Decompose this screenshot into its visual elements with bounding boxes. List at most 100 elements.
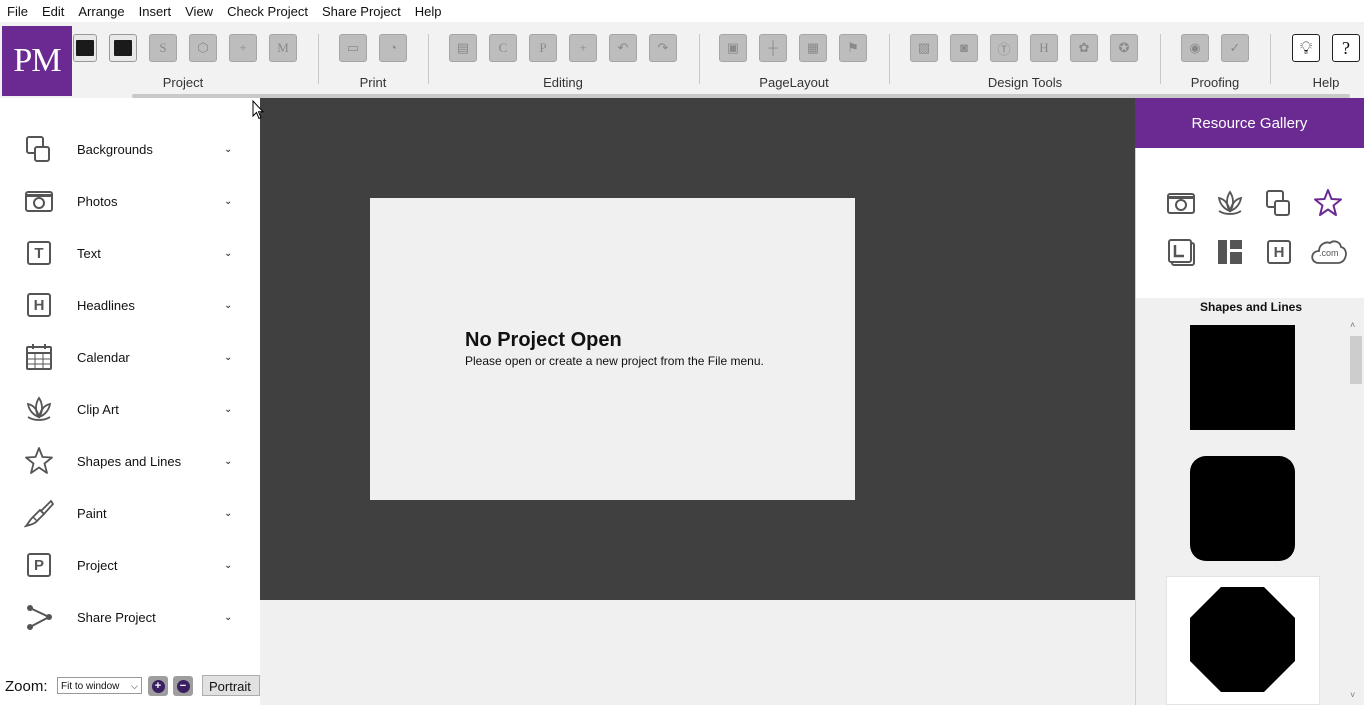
chevron-down-icon[interactable]: ⌄: [224, 456, 232, 467]
page-setup-button[interactable]: ▣: [719, 34, 747, 62]
menu-arrange[interactable]: Arrange: [71, 4, 131, 19]
sidebar-item-label: Project: [77, 557, 118, 573]
sidebar-item-label: Headlines: [77, 297, 135, 313]
gallery-photos-icon[interactable]: [1165, 187, 1197, 219]
no-project-message: Please open or create a new project from…: [465, 354, 764, 368]
chevron-down-icon[interactable]: ⌄: [224, 612, 232, 623]
zoom-select[interactable]: Fit to window ⌵: [57, 677, 142, 694]
menu-view[interactable]: View: [178, 4, 220, 19]
menu-share-project[interactable]: Share Project: [315, 4, 408, 19]
shape-octagon[interactable]: [1190, 587, 1295, 692]
gallery-shapes-star-icon[interactable]: [1312, 187, 1344, 219]
backgrounds-icon: [24, 134, 54, 164]
gallery-headlines-icon[interactable]: H: [1263, 236, 1295, 268]
ribbon-separator: [428, 34, 429, 84]
save-as-button[interactable]: ⬡: [189, 34, 217, 62]
new-project-button[interactable]: [73, 34, 97, 62]
sidebar-item-calendar[interactable]: Calendar ⌄: [0, 331, 260, 383]
insert-headline-button[interactable]: H: [1030, 34, 1058, 62]
insert-text-button[interactable]: Ⓣ: [990, 34, 1018, 62]
gallery-scrollbar-thumb[interactable]: [1350, 336, 1362, 384]
redo-icon: ↷: [657, 40, 669, 55]
menu-insert[interactable]: Insert: [132, 4, 179, 19]
group-label-help: Help: [1312, 75, 1340, 90]
chevron-down-icon[interactable]: ⌄: [224, 404, 232, 415]
chevron-down-icon[interactable]: ⌄: [224, 248, 232, 259]
minus-icon: −: [176, 679, 190, 693]
flag-icon: ⚑: [847, 40, 859, 55]
star-circle-icon: ✪: [1118, 40, 1130, 55]
print-button[interactable]: ▭: [339, 34, 367, 62]
help-button[interactable]: ?: [1332, 34, 1360, 62]
gallery-layouts-icon[interactable]: [1165, 236, 1197, 268]
chevron-down-icon[interactable]: ⌄: [224, 196, 232, 207]
plus-icon: +: [151, 679, 165, 693]
sidebar-item-share-project[interactable]: Share Project ⌄: [0, 591, 260, 643]
save-project-button[interactable]: S: [149, 34, 177, 62]
open-project-button[interactable]: [109, 34, 137, 62]
chevron-down-icon[interactable]: ⌄: [224, 560, 232, 571]
orientation-button[interactable]: Portrait: [202, 675, 260, 696]
gallery-clipart-icon[interactable]: [1214, 187, 1246, 219]
menu-edit[interactable]: Edit: [35, 4, 71, 19]
insert-button[interactable]: +: [569, 34, 597, 62]
menu-check-project[interactable]: Check Project: [220, 4, 315, 19]
copy-button[interactable]: C: [489, 34, 517, 62]
gallery-backgrounds-icon[interactable]: [1263, 187, 1295, 219]
insert-image-button[interactable]: ▨: [910, 34, 938, 62]
scroll-up-icon[interactable]: ˄: [1350, 320, 1355, 330]
print-setup-button[interactable]: ◔: [379, 34, 407, 62]
undo-button[interactable]: ↶: [609, 34, 637, 62]
plus-box-icon: +: [579, 40, 587, 55]
chevron-down-icon[interactable]: ⌄: [224, 300, 232, 311]
gallery-section-title: Shapes and Lines: [1199, 300, 1303, 314]
chevron-down-icon[interactable]: ⌄: [224, 508, 232, 519]
preview-button[interactable]: ◉: [1181, 34, 1209, 62]
project-icon: P: [24, 550, 54, 580]
sidebar-item-label: Backgrounds: [77, 141, 153, 157]
scroll-down-icon[interactable]: ˅: [1350, 690, 1355, 700]
paste-button[interactable]: ▤: [449, 34, 477, 62]
canvas-footer-area: [260, 600, 1135, 705]
layout-button[interactable]: ▦: [799, 34, 827, 62]
sidebar-item-shapes-and-lines[interactable]: Shapes and Lines ⌄: [0, 435, 260, 487]
chevron-down-icon[interactable]: ⌄: [224, 352, 232, 363]
shape-rounded-square[interactable]: [1190, 456, 1295, 561]
camera-icon: ◙: [960, 40, 968, 55]
calendar-icon: [24, 342, 54, 372]
sidebar-item-project[interactable]: P Project ⌄: [0, 539, 260, 591]
gallery-online-cloud-icon[interactable]: .com: [1310, 236, 1348, 268]
tips-button[interactable]: 💡︎: [1292, 34, 1320, 62]
sidebar-item-paint[interactable]: Paint ⌄: [0, 487, 260, 539]
shape-square[interactable]: [1190, 325, 1295, 430]
chevron-down-icon: ⌵: [131, 681, 138, 691]
clipboard-icon: ▤: [456, 40, 470, 55]
insert-shape-button[interactable]: ✪: [1110, 34, 1138, 62]
manage-button[interactable]: M: [269, 34, 297, 62]
add-page-button[interactable]: +: [229, 34, 257, 62]
checkmark-icon: ✓: [1229, 40, 1241, 55]
insert-photo-button[interactable]: ◙: [950, 34, 978, 62]
sidebar-item-headlines[interactable]: H Headlines ⌄: [0, 279, 260, 331]
zoom-out-button[interactable]: −: [173, 676, 193, 696]
guides-button[interactable]: ┼: [759, 34, 787, 62]
background-button[interactable]: ⚑: [839, 34, 867, 62]
paste-special-button[interactable]: P: [529, 34, 557, 62]
camera-icon: [24, 186, 54, 216]
chevron-down-icon[interactable]: ⌄: [224, 144, 232, 155]
sidebar-item-text[interactable]: T Text ⌄: [0, 227, 260, 279]
menu-help[interactable]: Help: [408, 4, 449, 19]
spellcheck-button[interactable]: ✓: [1221, 34, 1249, 62]
zoom-in-button[interactable]: +: [148, 676, 168, 696]
text-icon: T: [24, 238, 54, 268]
insert-clipart-button[interactable]: ✿: [1070, 34, 1098, 62]
gallery-templates-icon[interactable]: [1214, 236, 1246, 268]
sidebar-item-photos[interactable]: Photos ⌄: [0, 175, 260, 227]
ribbon-separator: [318, 34, 319, 84]
redo-button[interactable]: ↷: [649, 34, 677, 62]
sidebar-item-label: Share Project: [77, 609, 156, 625]
left-panel: Backgrounds ⌄ Photos ⌄ T Text ⌄ H Headli…: [0, 98, 260, 705]
sidebar-item-clip-art[interactable]: Clip Art ⌄: [0, 383, 260, 435]
sidebar-item-backgrounds[interactable]: Backgrounds ⌄: [0, 123, 260, 175]
menu-file[interactable]: File: [0, 4, 35, 19]
